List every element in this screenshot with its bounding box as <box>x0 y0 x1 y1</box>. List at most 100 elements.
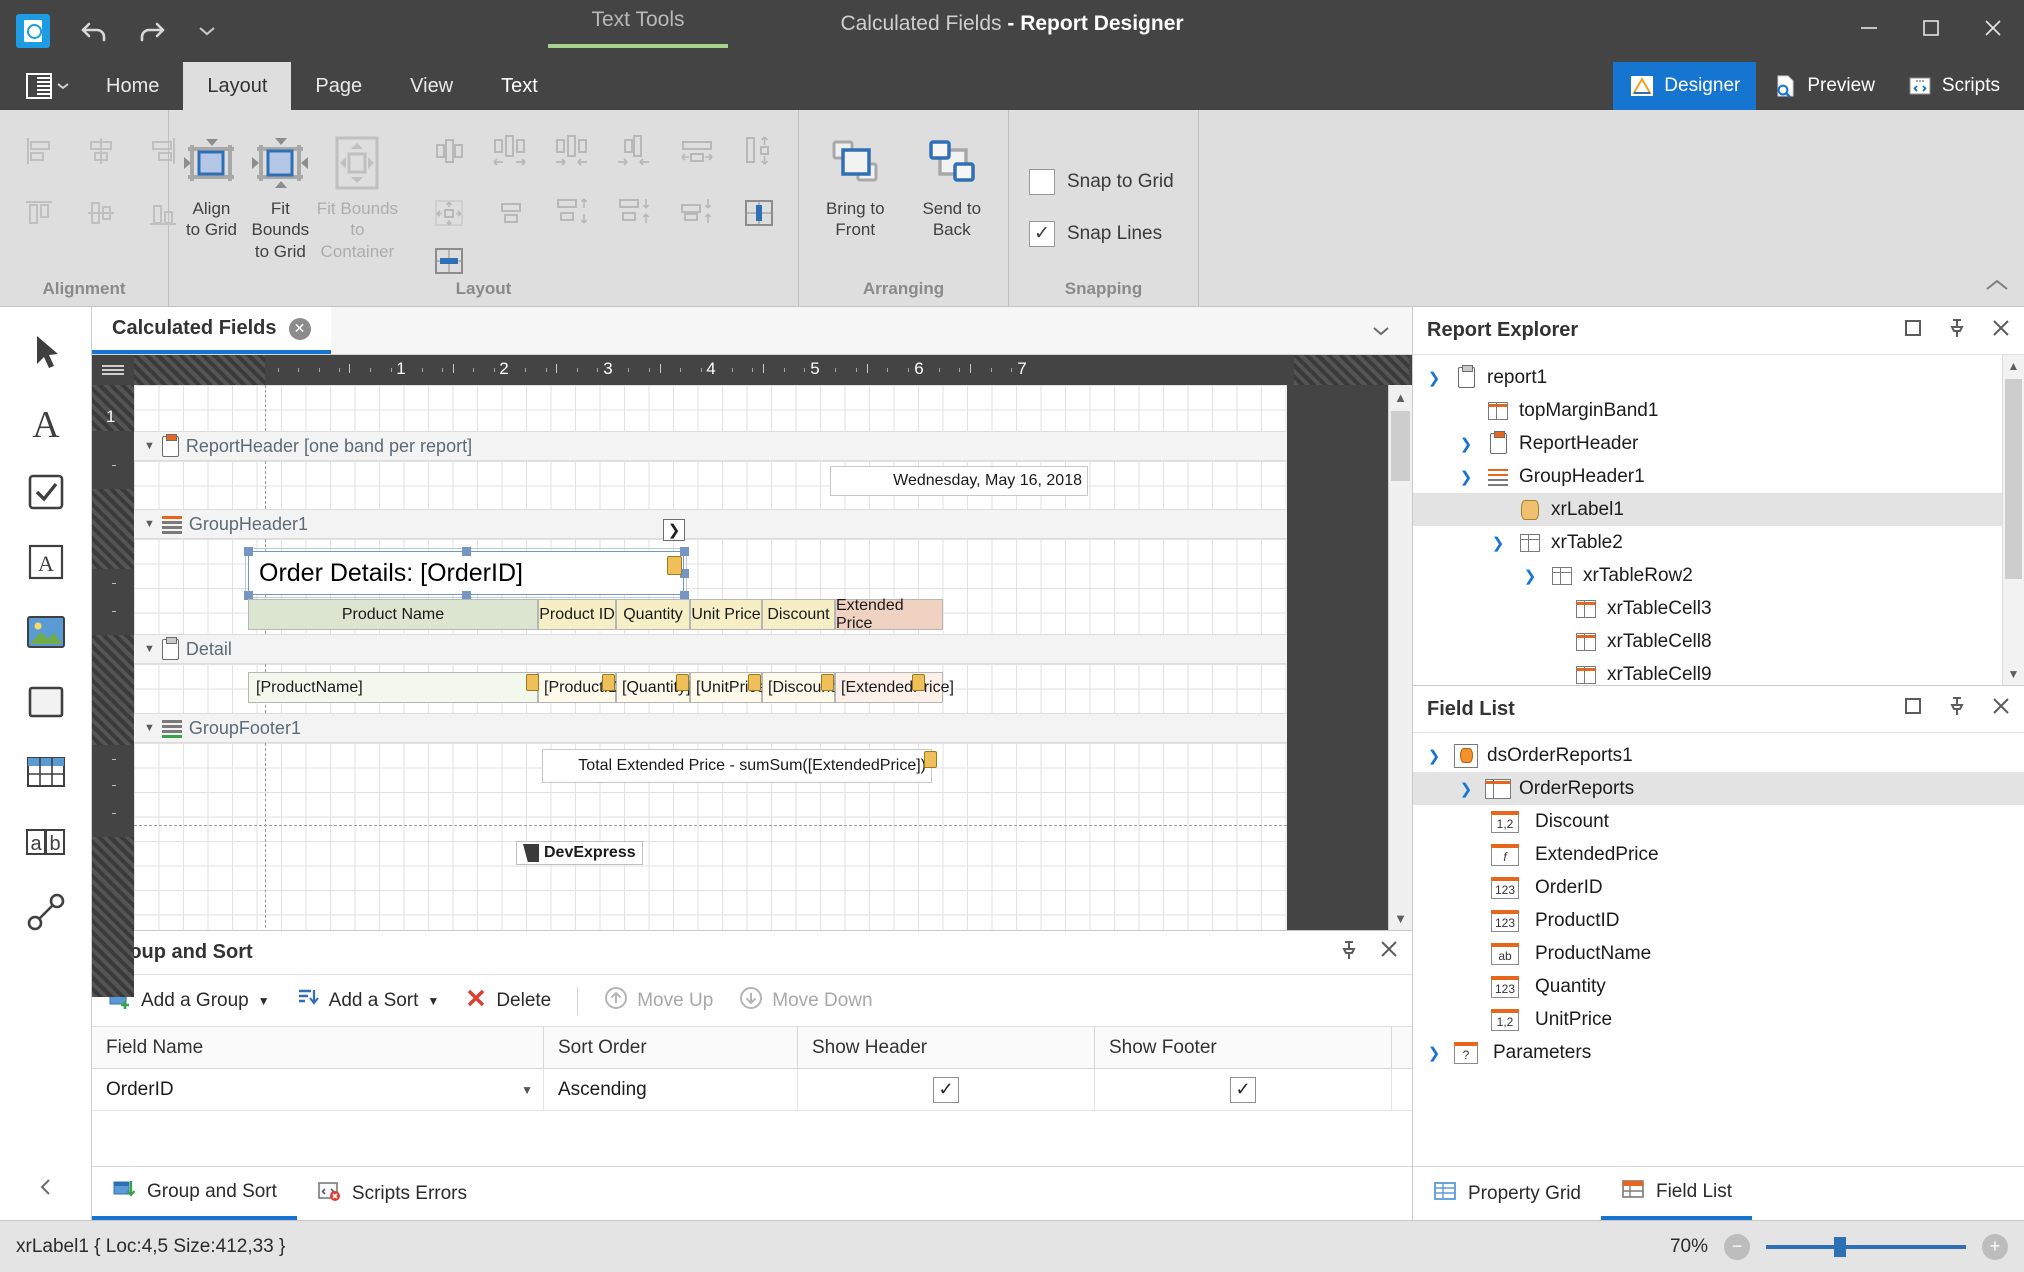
chevron-down-icon[interactable]: ❯ <box>1519 567 1541 585</box>
close-icon[interactable]: ✕ <box>289 318 311 340</box>
pin-icon[interactable] <box>1948 318 1966 344</box>
remove-horizontal-spacing-icon[interactable] <box>604 120 666 182</box>
chevron-right-icon[interactable]: ❯ <box>1455 435 1477 453</box>
tab-page[interactable]: Page <box>291 62 386 110</box>
undo-icon[interactable] <box>80 16 110 46</box>
tree-node-xrtablecell9[interactable]: xrTableCell9 <box>1413 658 2024 685</box>
report-date-label[interactable]: Wednesday, May 16, 2018 <box>830 466 1088 496</box>
cell-smart-tag[interactable] <box>821 674 834 691</box>
groupfooter1-band-body[interactable]: Total Extended Price - sumSum([ExtendedP… <box>134 743 1287 930</box>
column-header-show-header[interactable]: Show Header <box>798 1027 1095 1068</box>
center-horizontally-icon[interactable] <box>728 182 790 244</box>
chevron-down-icon[interactable]: ❯ <box>1455 780 1477 798</box>
make-same-height-icon[interactable] <box>480 182 542 244</box>
cell-sort-order[interactable]: Ascending <box>544 1069 798 1110</box>
chevron-right-icon[interactable]: ❯ <box>1423 1044 1445 1062</box>
table-row[interactable]: OrderID ▼ Ascending ✓ ✓ <box>92 1069 1412 1111</box>
tree-node-productname[interactable]: ab ProductName <box>1413 937 2024 970</box>
total-extended-price-label[interactable]: Total Extended Price - sumSum([ExtendedP… <box>542 749 932 783</box>
add-a-sort-button[interactable]: Add a Sort ▼ <box>296 987 440 1015</box>
chevron-down-icon[interactable]: ❯ <box>1487 534 1509 552</box>
chevron-down-icon[interactable]: ❯ <box>1455 468 1477 486</box>
chevron-down-icon[interactable]: ▼ <box>144 643 155 655</box>
field-list-tree-pane[interactable]: ❯ dsOrderReports1 ❯ OrderReports 1,2 Dis… <box>1413 733 2024 1166</box>
chevron-down-icon[interactable]: ▼ <box>258 994 270 1008</box>
rich-text-icon[interactable]: A <box>13 529 79 595</box>
band-header-reportheader[interactable]: ▼ ReportHeader [one band per report] <box>134 431 1287 461</box>
chevron-down-icon[interactable]: ▼ <box>427 994 439 1008</box>
tree-node-xrlabel1[interactable]: xrLabel1 <box>1413 493 2024 526</box>
column-header-field-name[interactable]: Field Name <box>92 1027 544 1068</box>
cell-smart-tag[interactable] <box>748 674 761 691</box>
report-explorer-scrollbar[interactable]: ▲ ▼ <box>2002 355 2024 685</box>
chevron-down-icon[interactable]: ❯ <box>1423 747 1445 765</box>
group-header-table[interactable]: Product Name Product ID Quantity Unit Pr… <box>248 599 943 630</box>
chevron-down-icon[interactable] <box>192 16 222 46</box>
table-header-cell-discount[interactable]: Discount <box>762 599 835 630</box>
scrollbar-thumb[interactable] <box>2005 379 2022 579</box>
decrease-horizontal-spacing-icon[interactable] <box>542 120 604 182</box>
tab-text[interactable]: Text <box>477 62 562 110</box>
tree-node-discount[interactable]: 1,2 Discount <box>1413 805 2024 838</box>
detail-table[interactable]: [ProductName] [ProductID] [Quantity] [Un… <box>248 672 943 703</box>
mode-scripts[interactable]: Scripts <box>1891 62 2016 110</box>
cell-smart-tag[interactable] <box>526 674 539 691</box>
band-header-groupfooter1[interactable]: ▼ GroupFooter1 <box>134 713 1287 743</box>
increase-vertical-spacing-icon[interactable] <box>542 182 604 244</box>
fit-bounds-to-container-button[interactable]: Fit Bounds to Container <box>315 120 400 262</box>
table-header-cell-unit-price[interactable]: Unit Price <box>690 599 762 630</box>
chevron-down-icon[interactable]: ▼ <box>1389 906 1412 930</box>
tree-node-unitprice[interactable]: 1,2 UnitPrice <box>1413 1003 2024 1036</box>
chevron-down-icon[interactable] <box>1350 307 1412 354</box>
maximize-icon[interactable] <box>1900 0 1962 56</box>
table-header-cell-product-id[interactable]: Product ID <box>538 599 616 630</box>
align-center-icon[interactable] <box>70 120 132 182</box>
tree-node-topmarginband1[interactable]: topMarginBand1 <box>1413 394 2024 427</box>
chevron-up-icon[interactable]: ▲ <box>1389 385 1412 409</box>
redo-icon[interactable] <box>136 16 166 46</box>
mode-preview[interactable]: Preview <box>1756 62 1891 110</box>
file-menu-icon[interactable] <box>12 62 82 110</box>
picture-box-icon[interactable] <box>13 599 79 665</box>
report-canvas-scroll[interactable]: ▼ ReportHeader [one band per report] Wed… <box>134 385 1412 930</box>
move-down-button[interactable]: Move Down <box>739 986 872 1016</box>
label-icon[interactable]: A <box>13 389 79 455</box>
table-header-cell-product-name[interactable]: Product Name <box>248 599 538 630</box>
align-to-grid-button[interactable]: Align to Grid <box>177 120 246 241</box>
detail-cell-product-name[interactable]: [ProductName] <box>248 672 538 703</box>
fit-bounds-to-grid-button[interactable]: Fit Bounds to Grid <box>246 120 315 262</box>
panel-icon[interactable] <box>13 669 79 735</box>
line-icon[interactable] <box>13 879 79 945</box>
pointer-icon[interactable] <box>13 319 79 385</box>
show-footer-checkbox[interactable]: ✓ <box>1230 1077 1256 1103</box>
align-middle-icon[interactable] <box>70 182 132 244</box>
center-layout-icon[interactable] <box>418 182 480 244</box>
zoom-slider[interactable] <box>1766 1237 1966 1257</box>
snap-lines-checkbox[interactable]: ✓ Snap Lines <box>1017 221 1162 247</box>
tab-group-and-sort[interactable]: Group and Sort <box>92 1167 297 1220</box>
show-header-checkbox[interactable]: ✓ <box>933 1077 959 1103</box>
center-vertically-icon[interactable] <box>418 244 480 278</box>
detail-cell-extended-price[interactable]: [ExtendedPrice] <box>835 672 943 703</box>
cell-smart-tag[interactable] <box>602 674 615 691</box>
detail-band-body[interactable]: [ProductName] [ProductID] [Quantity] [Un… <box>134 664 1287 713</box>
report-page[interactable]: ▼ ReportHeader [one band per report] Wed… <box>134 385 1287 930</box>
remove-vertical-spacing-icon[interactable] <box>666 182 728 244</box>
top-margin-band-body[interactable] <box>134 385 1287 431</box>
groupheader1-band-body[interactable]: ❯ Order Details: [OrderID] <box>134 539 1287 634</box>
chevron-down-icon[interactable]: ▼ <box>2003 663 2024 685</box>
align-left-icon[interactable] <box>8 120 70 182</box>
pin-icon[interactable] <box>1340 940 1358 966</box>
expand-collapse-handle-icon[interactable]: ❯ <box>663 519 685 541</box>
table-header-cell-extended-price[interactable]: Extended Price <box>835 599 943 630</box>
tree-node-orderreports[interactable]: ❯ OrderReports <box>1413 772 2024 805</box>
character-comb-icon[interactable]: ab <box>13 809 79 875</box>
tab-property-grid[interactable]: Property Grid <box>1413 1167 1601 1220</box>
restore-icon[interactable] <box>1904 319 1922 343</box>
pin-icon[interactable] <box>1948 696 1966 722</box>
chevron-up-icon[interactable]: ▲ <box>2003 355 2024 377</box>
tree-node-report1[interactable]: ❯ report1 <box>1413 361 2024 394</box>
order-details-label[interactable]: Order Details: [OrderID] <box>248 551 684 595</box>
bring-to-front-button[interactable]: Bring to Front <box>807 120 904 241</box>
tree-node-groupheader1[interactable]: ❯ GroupHeader1 <box>1413 460 2024 493</box>
